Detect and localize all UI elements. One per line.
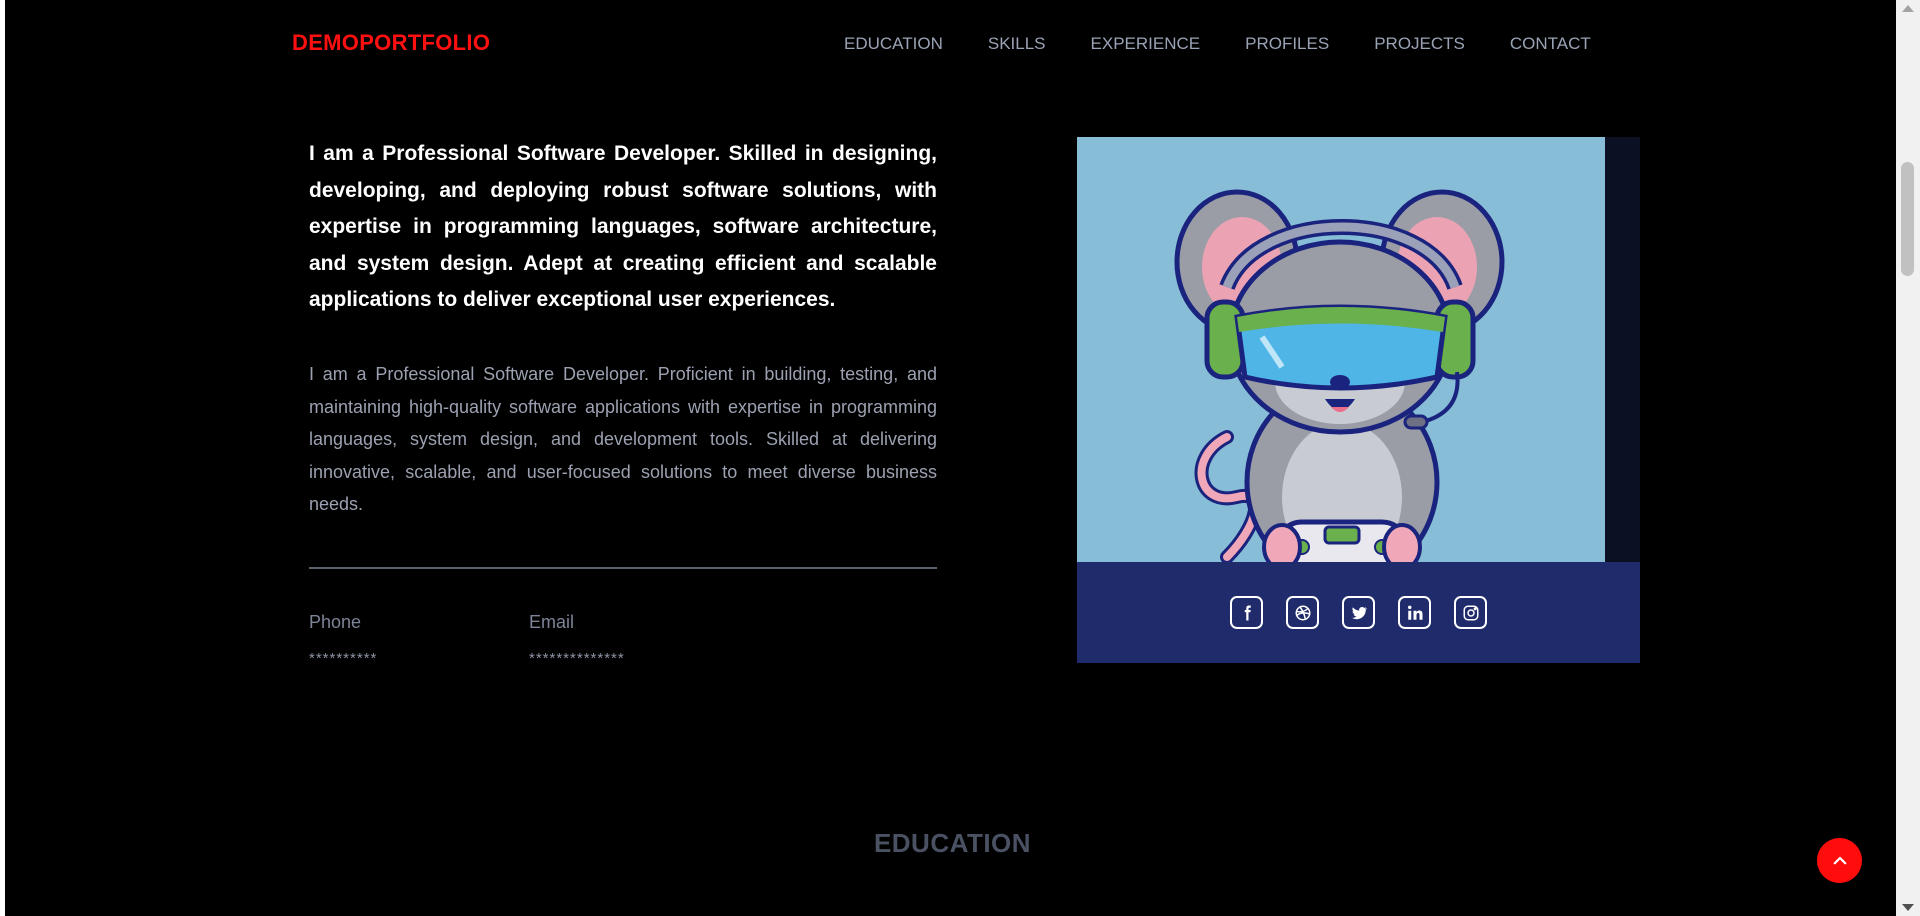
page-scrollbar[interactable] — [1896, 0, 1920, 916]
nav-experience[interactable]: EXPERIENCE — [1091, 34, 1201, 54]
chevron-up-icon — [1833, 856, 1846, 864]
page-viewport: DEMOPORTFOLIO EDUCATION SKILLS EXPERIENC… — [5, 0, 1896, 916]
email-value: ************** — [529, 650, 625, 667]
phone-label: Phone — [309, 612, 362, 632]
scroll-down-icon[interactable] — [1902, 904, 1914, 911]
intro-lead-text: I am a Professional Software Developer. … — [309, 142, 937, 311]
divider — [309, 567, 937, 569]
scroll-up-icon[interactable] — [1902, 5, 1914, 12]
nav-skills[interactable]: SKILLS — [988, 34, 1046, 54]
scroll-thumb[interactable] — [1901, 162, 1914, 276]
nav-profiles[interactable]: PROFILES — [1245, 34, 1329, 54]
dribbble-icon[interactable] — [1286, 596, 1319, 629]
linkedin-icon[interactable] — [1398, 596, 1431, 629]
nav-education[interactable]: EDUCATION — [844, 34, 943, 54]
education-section-title: EDUCATION — [873, 828, 1032, 858]
profile-image — [1077, 137, 1605, 562]
twitter-icon[interactable] — [1342, 596, 1375, 629]
instagram-icon[interactable] — [1454, 596, 1487, 629]
facebook-icon[interactable] — [1230, 596, 1263, 629]
site-logo[interactable]: DEMOPORTFOLIO — [292, 30, 490, 56]
card-shadow — [1605, 137, 1640, 562]
social-links — [1077, 562, 1640, 663]
nav-contact[interactable]: CONTACT — [1510, 34, 1591, 54]
intro-description: I am a Professional Software Developer. … — [309, 364, 937, 514]
back-to-top-button[interactable] — [1817, 838, 1862, 883]
mouse-gamer-illustration — [1174, 189, 1505, 562]
phone-value: ********** — [309, 650, 378, 667]
email-label: Email — [529, 612, 575, 632]
main-nav: EDUCATION SKILLS EXPERIENCE PROFILES PRO… — [844, 34, 1636, 54]
nav-projects[interactable]: PROJECTS — [1374, 34, 1465, 54]
